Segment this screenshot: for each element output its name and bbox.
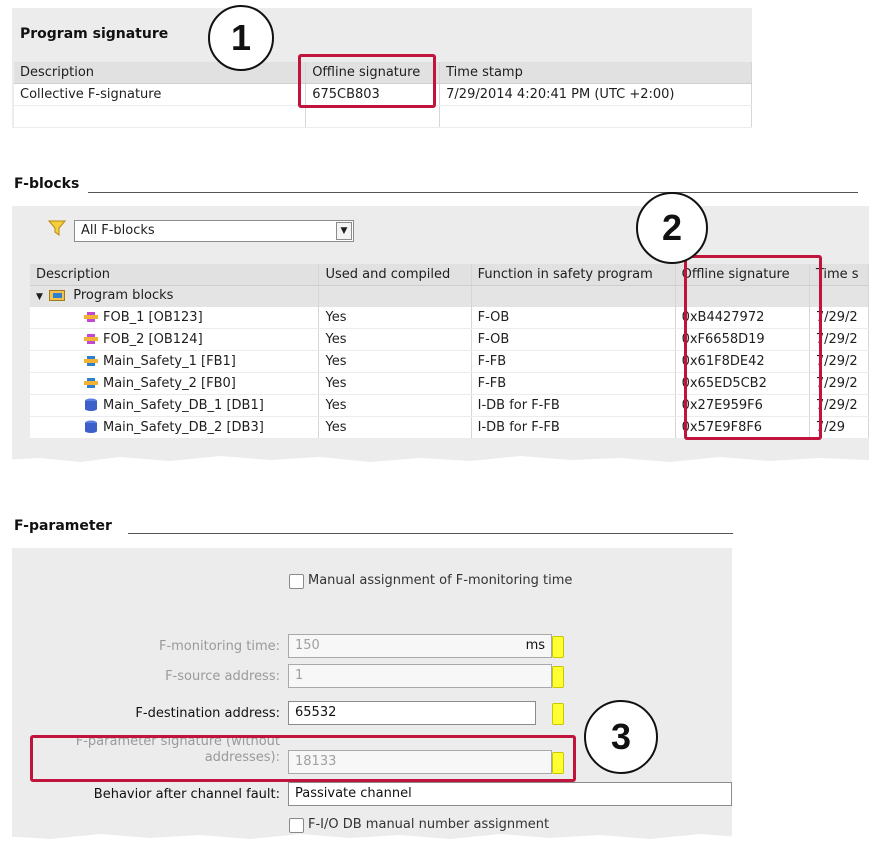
filter-icon[interactable] (47, 219, 67, 241)
callout-badge-3: 3 (584, 700, 658, 774)
db-block-icon (84, 398, 98, 411)
program-signature-title: Program signature (20, 26, 169, 42)
status-indicator (552, 636, 564, 658)
col-time-stamp[interactable]: Time stamp (439, 62, 752, 84)
cell-function: I-DB for F-FB (471, 394, 676, 417)
filter-dropdown[interactable]: All F-blocks ▼ (74, 220, 354, 242)
fparameter-panel: Manual assignment of F-monitoring time F… (12, 548, 732, 840)
callout-badge-2: 2 (636, 192, 708, 264)
block-name: Main_Safety_2 [FB0] (103, 376, 236, 391)
block-name: Main_Safety_DB_1 [DB1] (103, 398, 264, 413)
block-name: Main_Safety_DB_2 [DB3] (103, 420, 264, 435)
folder-icon (49, 288, 66, 305)
monitoring-time-label: F-monitoring time: (158, 639, 280, 654)
fblocks-title-rule (88, 192, 858, 193)
ob-block-icon (84, 333, 98, 345)
cell-function: F-FB (471, 372, 676, 395)
col-function[interactable]: Function in safety program (471, 264, 676, 286)
callout-frame-2 (684, 255, 822, 440)
cell-function: I-DB for F-FB (471, 416, 676, 439)
status-indicator (552, 703, 564, 725)
manual-monitoring-label: Manual assignment of F-monitoring time (308, 573, 573, 588)
chevron-down-icon[interactable]: ▼ (336, 222, 352, 240)
fparameter-title: F-parameter (14, 518, 112, 534)
fb-block-icon (84, 377, 98, 389)
source-address-value: 1 (295, 668, 304, 683)
fb-block-icon (84, 355, 98, 367)
block-name: FOB_2 [OB124] (103, 332, 203, 347)
behavior-label: Behavior after channel fault: (93, 787, 280, 802)
col-description[interactable]: Description (30, 264, 320, 286)
col-description[interactable]: Description (14, 62, 307, 84)
monitoring-time-value: 150 (295, 638, 320, 653)
fparameter-title-rule (128, 533, 733, 534)
source-address-input[interactable]: 1 (288, 664, 552, 688)
callout-frame-3 (30, 735, 576, 782)
db-block-icon (84, 420, 98, 433)
ob-block-icon (84, 311, 98, 323)
monitoring-time-unit: ms (525, 638, 545, 653)
torn-edge (0, 456, 869, 478)
behavior-dropdown[interactable]: Passivate channel (288, 782, 732, 806)
block-name: FOB_1 [OB123] (103, 310, 203, 325)
cell-function: F-OB (471, 307, 676, 329)
group-label: Program blocks (73, 288, 174, 303)
block-name: Main_Safety_1 [FB1] (103, 354, 236, 369)
cell-used: Yes (318, 307, 472, 329)
cell-used: Yes (318, 416, 472, 439)
cell-time-stamp: 7/29/2014 4:20:41 PM (UTC +2:00) (439, 83, 752, 106)
manual-monitoring-checkbox[interactable] (289, 574, 304, 589)
cell-description: Collective F-signature (14, 83, 307, 106)
torn-edge (0, 834, 740, 850)
destination-address-input[interactable]: 65532 (288, 701, 536, 725)
cell-used: Yes (318, 328, 472, 351)
fblocks-title: F-blocks (14, 176, 80, 192)
cell-used: Yes (318, 394, 472, 417)
monitoring-time-input[interactable]: 150 ms (288, 634, 552, 658)
cell-function: F-OB (471, 328, 676, 351)
destination-address-label: F-destination address: (135, 706, 280, 721)
cell-used: Yes (318, 350, 472, 373)
cell-function: F-FB (471, 350, 676, 373)
filter-dropdown-value: All F-blocks (81, 223, 155, 238)
destination-address-value: 65532 (295, 705, 337, 720)
status-indicator (552, 666, 564, 688)
cell-used: Yes (318, 372, 472, 395)
col-used-and-compiled[interactable]: Used and compiled (318, 264, 472, 286)
expand-arrow-icon[interactable]: ▼ (36, 292, 43, 302)
source-address-label: F-source address: (165, 669, 280, 684)
callout-badge-1: 1 (208, 5, 274, 71)
behavior-value: Passivate channel (295, 786, 412, 801)
callout-frame-1 (298, 54, 436, 108)
